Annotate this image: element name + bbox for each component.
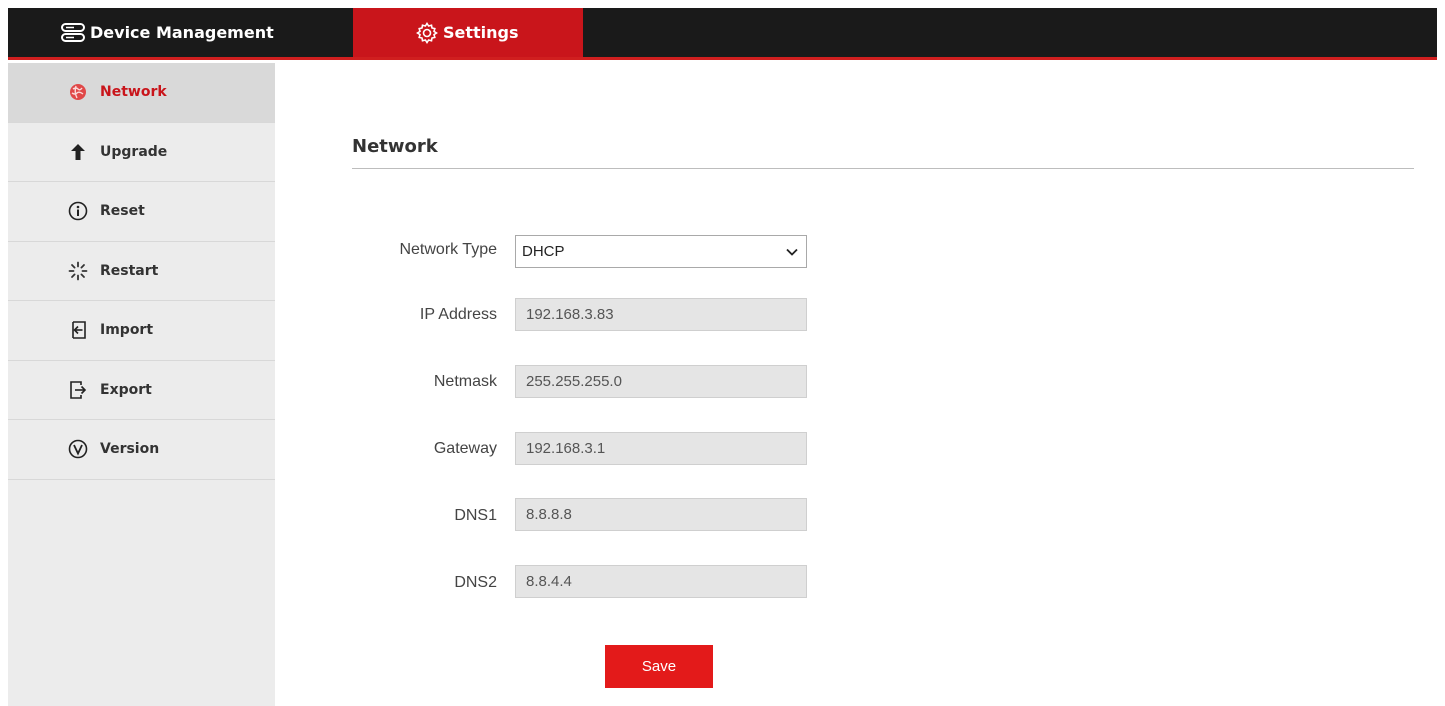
sidebar: Network Upgrade Reset Restart Import Exp… bbox=[8, 63, 275, 706]
page-title: Network bbox=[352, 136, 438, 157]
top-navigation-bar: Device Management Settings bbox=[8, 8, 1437, 60]
gateway-field[interactable]: 192.168.3.1 bbox=[515, 432, 807, 465]
sidebar-item-label: Reset bbox=[100, 203, 145, 220]
spinner-icon bbox=[68, 261, 88, 281]
sidebar-item-upgrade[interactable]: Upgrade bbox=[8, 123, 275, 182]
sidebar-item-version[interactable]: Version bbox=[8, 420, 275, 480]
sidebar-item-label: Restart bbox=[100, 262, 159, 279]
chevron-down-icon bbox=[786, 243, 798, 260]
sidebar-item-label: Version bbox=[100, 441, 160, 458]
netmask-label: Netmask bbox=[433, 373, 497, 390]
sidebar-item-label: Upgrade bbox=[100, 143, 168, 160]
info-circle-icon bbox=[68, 201, 88, 221]
sidebar-item-label: Network bbox=[100, 84, 167, 101]
version-circle-icon bbox=[68, 439, 88, 459]
arrow-up-icon bbox=[68, 142, 88, 162]
sidebar-item-label: Import bbox=[100, 322, 154, 339]
tab-device-management-label: Device Management bbox=[90, 23, 274, 42]
dns1-field[interactable]: 8.8.8.8 bbox=[515, 498, 807, 531]
network-globe-icon bbox=[68, 82, 88, 102]
save-button[interactable]: Save bbox=[605, 645, 713, 688]
export-icon bbox=[68, 380, 88, 400]
dns2-field[interactable]: 8.8.4.4 bbox=[515, 565, 807, 598]
import-icon bbox=[68, 320, 88, 340]
server-icon bbox=[60, 22, 86, 44]
title-divider bbox=[352, 168, 1414, 169]
sidebar-item-label: Export bbox=[100, 381, 152, 398]
sidebar-item-reset[interactable]: Reset bbox=[8, 182, 275, 242]
sidebar-item-export[interactable]: Export bbox=[8, 361, 275, 420]
tab-device-management[interactable]: Device Management bbox=[60, 8, 274, 57]
network-type-select[interactable]: DHCP bbox=[515, 235, 807, 268]
sidebar-item-network[interactable]: Network bbox=[8, 63, 275, 123]
network-type-label: Network Type bbox=[399, 241, 497, 258]
gear-icon bbox=[415, 21, 439, 45]
netmask-field[interactable]: 255.255.255.0 bbox=[515, 365, 807, 398]
ip-address-label: IP Address bbox=[419, 306, 497, 323]
tab-settings[interactable]: Settings bbox=[353, 8, 583, 57]
network-type-value: DHCP bbox=[522, 243, 565, 260]
dns2-label: DNS2 bbox=[454, 574, 497, 591]
dns1-label: DNS1 bbox=[454, 507, 497, 524]
sidebar-item-restart[interactable]: Restart bbox=[8, 242, 275, 301]
gateway-label: Gateway bbox=[433, 440, 497, 457]
ip-address-field[interactable]: 192.168.3.83 bbox=[515, 298, 807, 331]
tab-settings-label: Settings bbox=[443, 23, 519, 42]
sidebar-item-import[interactable]: Import bbox=[8, 301, 275, 361]
